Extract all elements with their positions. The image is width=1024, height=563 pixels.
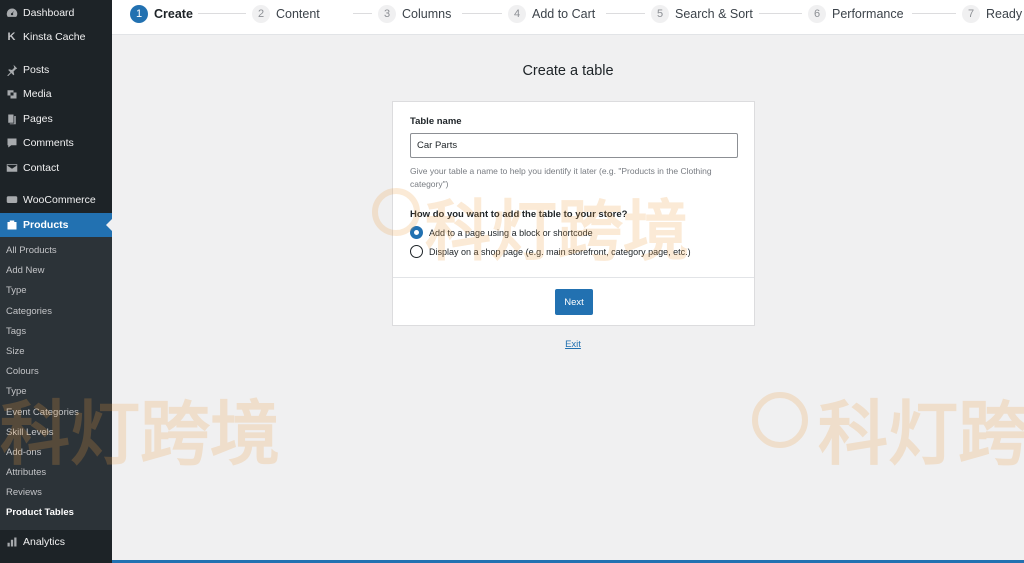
sidebar-item-posts[interactable]: Posts [0,58,112,83]
step-6[interactable]: 6 Performance [808,0,904,27]
option-label: Add to a page using a block or shortcode [429,227,593,238]
step-connector [462,13,502,14]
sidebar-item-comments[interactable]: Comments [0,131,112,156]
page-title: Create a table [522,63,614,79]
wizard-steps: 1 Create 2 Content 3 Columns 4 Add to Cart 5 Sear… [112,0,1024,35]
submenu-item[interactable]: Reviews [0,483,112,503]
submenu-item[interactable]: Add-ons [0,443,112,463]
sidebar-item-label: WooCommerce [23,194,96,207]
step-number: 2 [252,4,270,23]
exit-link[interactable]: Exit [112,339,1024,350]
submenu-item[interactable]: All Products [0,241,112,261]
comments-icon [5,137,18,150]
admin-sidebar: Dashboard K Kinsta Cache Posts Media Pag… [0,0,112,563]
step-label: Create [154,6,193,21]
sidebar-item-media[interactable]: Media [0,82,112,107]
table-name-input[interactable] [410,133,738,158]
analytics-icon [5,535,18,548]
table-name-label: Table name [410,116,462,127]
radio-button-selected[interactable] [410,226,423,239]
products-icon [5,218,18,231]
sidebar-item-label: Kinsta Cache [23,31,86,44]
step-number: 3 [378,4,396,23]
sidebar-item-label: Posts [23,63,50,76]
watermark-logo-icon [752,392,808,448]
sidebar-item-label: Comments [23,137,74,150]
option-block-shortcode[interactable]: Add to a page using a block or shortcode [410,226,593,239]
step-label: Search & Sort [675,6,753,21]
submenu-item[interactable]: Categories [0,302,112,322]
step-connector [353,13,372,14]
sidebar-item-label: Contact [23,161,60,174]
step-1[interactable]: 1 Create [130,0,193,27]
kinsta-icon: K [7,31,16,44]
step-number: 4 [508,4,526,23]
step-2[interactable]: 2 Content [252,0,320,27]
step-4[interactable]: 4 Add to Cart [508,0,595,27]
step-label: Performance [832,6,904,21]
submenu-item[interactable]: Add New [0,261,112,281]
submenu-item[interactable]: Type [0,382,112,402]
radio-button[interactable] [410,245,423,258]
sidebar-item-products[interactable]: Products [0,212,112,237]
mail-icon [5,161,18,174]
step-connector [759,13,802,14]
step-label: Add to Cart [532,6,596,21]
sidebar-item-woocommerce[interactable]: WooCommerce [0,188,112,213]
step-connector [198,13,246,14]
step-number: 5 [651,4,669,23]
step-number: 6 [808,4,826,23]
option-label: Display on a shop page (e.g. main storef… [429,246,691,257]
woocommerce-icon [5,194,18,207]
watermark-text: 科灯跨境 [818,393,1024,475]
sidebar-item-analytics[interactable]: Analytics [0,530,112,555]
option-shop-page[interactable]: Display on a shop page (e.g. main storef… [410,245,691,258]
products-submenu: All Products Add New Type Categories Tags Siz… [0,237,112,530]
submenu-item[interactable]: Colours [0,362,112,382]
step-label: Content [276,6,320,21]
step-3[interactable]: 3 Columns [378,0,451,27]
step-number: 1 [130,4,148,23]
sidebar-item-label: Products [23,218,69,231]
sidebar-item-label: Analytics [23,535,66,548]
next-button[interactable]: Next [555,289,593,315]
step-label: Ready [986,6,1023,21]
sidebar-item-label: Pages [23,112,53,125]
step-connector [912,13,956,14]
sidebar-item-kinsta-cache[interactable]: K Kinsta Cache [0,25,112,50]
table-name-help-text: Give your table a name to help you ident… [410,166,712,189]
step-7[interactable]: 7 Ready [962,0,1022,27]
step-label: Columns [402,6,452,21]
submenu-item[interactable]: Event Categories [0,403,112,423]
sidebar-item-pages[interactable]: Pages [0,107,112,132]
step-connector [606,13,645,14]
sidebar-item-dashboard[interactable]: Dashboard [0,1,112,26]
step-5[interactable]: 5 Search & Sort [651,0,753,27]
pages-icon [5,112,18,125]
placement-question: How do you want to add the table to your… [410,209,628,220]
pin-icon [5,63,18,76]
submenu-item[interactable]: Tags [0,322,112,342]
step-number: 7 [962,4,980,23]
create-table-card: Table name Give your table a name to hel… [392,101,755,326]
submenu-item[interactable]: Attributes [0,463,112,483]
divider [393,277,754,278]
sidebar-item-label: Dashboard [23,6,75,19]
sidebar-item-label: Media [23,88,52,101]
submenu-item[interactable]: Type [0,281,112,301]
submenu-item[interactable]: Size [0,342,112,362]
media-icon [5,88,18,101]
submenu-item[interactable]: Skill Levels [0,423,112,443]
dashboard-icon [5,6,18,19]
sidebar-item-contact[interactable]: Contact [0,156,112,181]
submenu-item[interactable]: Product Tables [0,503,112,523]
